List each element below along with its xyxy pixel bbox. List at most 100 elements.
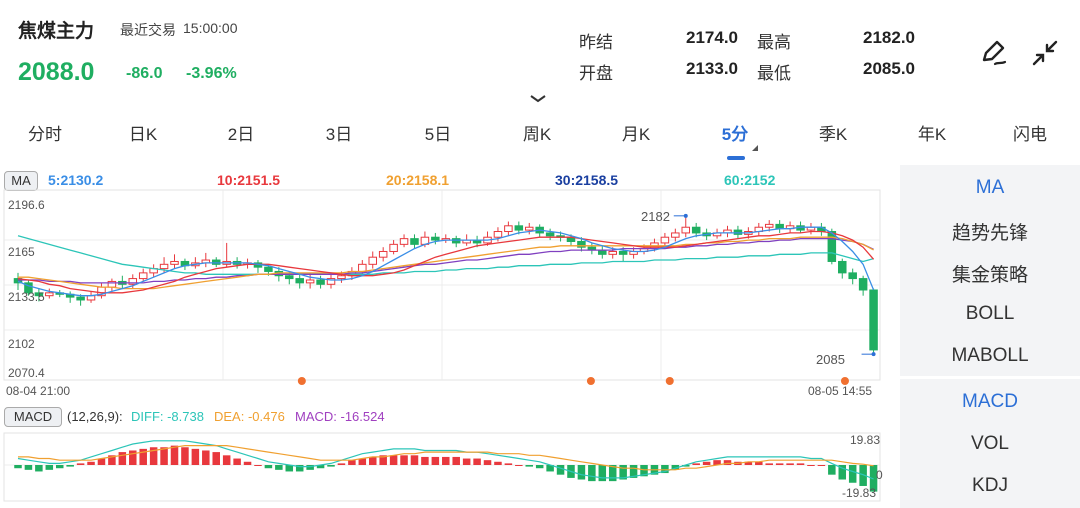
menu-divider [900,376,1080,379]
macd-bar [556,465,565,475]
last-price: 2088.0 [18,58,95,86]
candle-body [159,263,169,270]
candle-body [45,292,54,297]
menu-maboll[interactable]: MABOLL [900,345,1080,367]
macd-bar [337,463,346,465]
candle-body [451,238,461,244]
tab-dropdown-triangle-icon[interactable] [752,145,758,151]
macd-zero-label: 0 [876,468,883,482]
kline-chart[interactable]: 2196.6 2165 2133.5 2102 2070.4 08-04 21:… [0,165,900,508]
macd-bar [504,463,513,465]
macd-bar [129,450,137,465]
candle-body [858,278,868,291]
open-label: 开盘 [579,64,613,83]
low-label: 最低 [757,64,791,83]
tab-2day[interactable]: 2日 [228,120,254,145]
last-trade-label: 最近交易 [120,22,176,38]
y-tick-2: 2133.5 [8,290,45,304]
tab-5day[interactable]: 5日 [425,120,451,145]
tab-flash[interactable]: 闪电 [1013,120,1047,145]
collapse-arrows-icon[interactable] [1030,38,1060,73]
macd-bar [389,455,398,465]
chevron-down-icon[interactable] [530,90,546,108]
event-dot [297,377,306,385]
tab-fenshi[interactable]: 分时 [28,120,62,145]
candle-body [764,223,774,228]
macd-bar [442,456,450,465]
candle-body [514,225,524,231]
macd-bar [76,463,85,465]
macd-bar [431,456,440,465]
high-label: 最高 [757,33,791,52]
menu-kdj[interactable]: KDJ [900,475,1080,497]
tab-day-k[interactable]: 日K [129,120,157,145]
x-end-label: 08-05 14:55 [808,384,872,398]
tab-5min[interactable]: 5分 [722,120,748,145]
macd-bar [35,465,43,472]
macd-bar [191,448,200,465]
candle-body [399,238,409,245]
menu-fund-strategy[interactable]: 集金策略 [900,260,1080,287]
macd-bar [24,465,33,470]
macd-bar [170,445,179,465]
macd-bar [275,465,283,470]
candle-body [285,275,294,280]
event-dot [586,377,595,385]
candle-body [138,272,148,280]
macd-bar [807,465,815,466]
macd-bar [702,461,711,465]
macd-bar [577,465,586,480]
candle-body [504,225,513,233]
macd-bar [796,463,805,465]
macd-bar [473,458,481,465]
macd-bar [462,458,471,465]
macd-bar [181,447,189,465]
macd-bar [588,465,596,482]
candle-body [389,243,398,252]
macd-bar [118,452,127,465]
candle-body [827,231,837,262]
high-mark-label: 2182 [641,209,670,224]
macd-bar [452,456,460,465]
candle-body [681,226,691,234]
tab-3day[interactable]: 3日 [326,120,352,145]
tab-year-k[interactable]: 年K [918,120,946,145]
menu-trend-pioneer[interactable]: 趋势先锋 [900,218,1080,245]
macd-bar [775,463,784,465]
macd-bar [45,465,54,470]
macd-bar [421,456,429,465]
candle-body [660,236,670,244]
edit-pen-icon[interactable] [978,38,1008,73]
instrument-title: 焦煤主力 [18,21,95,42]
macd-bar [692,463,700,465]
tab-quarter-k[interactable]: 季K [819,120,847,145]
candle-body [775,223,784,230]
macd-bar [87,461,95,465]
macd-bar [243,461,252,465]
low-mark-label: 2085 [816,352,845,367]
candle-body [869,289,878,351]
y-tick-0: 2196.6 [8,198,45,212]
macd-bar [233,458,241,465]
high-dot [683,213,688,218]
low-dot [871,352,876,357]
x-start-label: 08-04 21:00 [6,384,70,398]
event-dot [665,377,674,385]
quote-header: 焦煤主力 最近交易 15:00:00 2088.0 -86.0 -3.96% 昨… [0,0,1080,118]
tab-week-k[interactable]: 周K [523,120,551,145]
menu-boll[interactable]: BOLL [900,303,1080,325]
candle-body [76,296,85,301]
menu-vol[interactable]: VOL [900,433,1080,455]
price-change: -86.0 [126,65,163,82]
candle-body [431,236,440,241]
menu-ma[interactable]: MA [900,177,1080,199]
tab-month-k[interactable]: 月K [622,120,650,145]
period-tabs: 分时 日K 2日 3日 5日 周K 月K 5分 季K 年K 闪电 [0,120,1080,160]
candle-body [545,232,555,237]
macd-bar [66,465,74,467]
prev-settle-label: 昨结 [579,33,613,52]
macd-bar [14,465,22,469]
macd-bar [786,463,794,465]
candle-body [368,256,378,265]
menu-macd[interactable]: MACD [900,391,1080,413]
